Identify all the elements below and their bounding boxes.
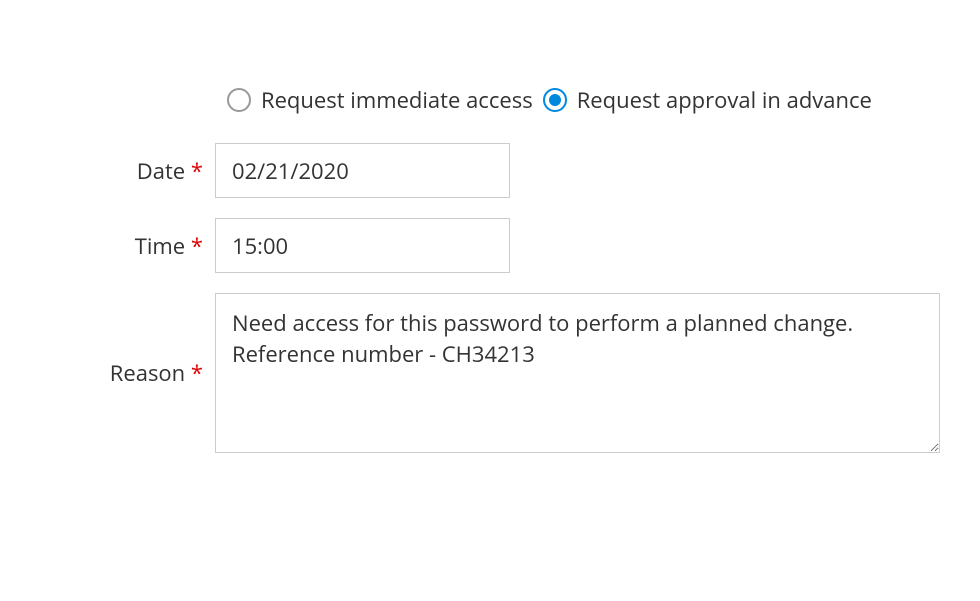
radio-inner-dot-icon: [549, 94, 561, 106]
radio-immediate-label: Request immediate access: [261, 85, 533, 115]
reason-label: Reason *: [40, 358, 215, 388]
date-label: Date *: [40, 156, 215, 186]
time-label-text: Time: [135, 231, 185, 261]
reason-textarea[interactable]: Need access for this password to perform…: [215, 293, 940, 453]
radio-immediate-access[interactable]: Request immediate access: [227, 85, 533, 115]
date-input[interactable]: [215, 143, 510, 198]
reason-label-text: Reason: [110, 358, 185, 388]
access-request-form: Request immediate access Request approva…: [40, 85, 940, 453]
date-row: Date *: [40, 143, 940, 198]
radio-advance-label: Request approval in advance: [577, 85, 872, 115]
required-asterisk-icon: *: [191, 358, 203, 388]
reason-row: Reason * Need access for this password t…: [40, 293, 940, 453]
required-asterisk-icon: *: [191, 231, 203, 261]
time-input[interactable]: [215, 218, 510, 273]
required-asterisk-icon: *: [191, 156, 203, 186]
date-label-text: Date: [137, 156, 185, 186]
radio-circle-icon: [227, 88, 251, 112]
radio-circle-selected-icon: [543, 88, 567, 112]
radio-advance-approval[interactable]: Request approval in advance: [543, 85, 872, 115]
time-label: Time *: [40, 231, 215, 261]
access-type-radio-group: Request immediate access Request approva…: [227, 85, 940, 115]
time-row: Time *: [40, 218, 940, 273]
